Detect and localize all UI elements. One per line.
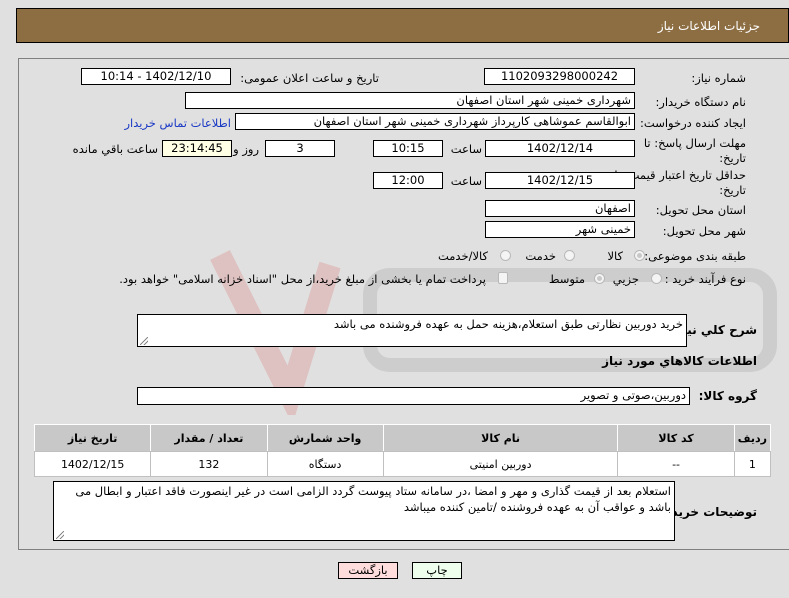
city-field[interactable]: خمینی شهر <box>485 221 635 238</box>
remaining-time-field[interactable]: 23:14:45 <box>162 140 232 157</box>
description-field[interactable]: خرید دوربین نظارتی طبق استعلام،هزینه حمل… <box>137 314 687 347</box>
back-button[interactable]: بازگشت <box>338 562 398 579</box>
process-label: نوع فرآیند خرید : <box>664 272 746 286</box>
province-field[interactable]: اصفهان <box>485 200 635 217</box>
remaining-days-field[interactable]: 3 <box>265 140 335 157</box>
buyer-notes-text: استعلام بعد از قیمت گذاری و مهر و امضا ،… <box>75 484 671 514</box>
cell-unit: دستگاه <box>266 451 384 477</box>
validity-date-field[interactable]: 1402/12/15 <box>485 172 635 189</box>
validity-time-field[interactable]: 12:00 <box>373 172 443 189</box>
col-row-header: ردیف <box>733 424 772 452</box>
category-goods-service-label: کالا/خدمت <box>437 249 488 263</box>
treasury-checkbox[interactable] <box>498 272 508 284</box>
deadline-label-2: تاریخ: <box>719 151 746 165</box>
announce-date-label: تاریخ و ساعت اعلان عمومی: <box>240 71 379 85</box>
col-unit-header: واحد شمارش <box>266 424 384 452</box>
category-service-radio[interactable] <box>564 250 575 261</box>
table-header-row: ردیف کد کالا نام کالا واحد شمارش تعداد /… <box>33 424 772 452</box>
col-code-header: کد کالا <box>617 424 735 452</box>
print-button[interactable]: چاپ <box>412 562 462 579</box>
days-label: روز و <box>233 142 259 156</box>
treasury-text: پرداخت تمام یا بخشی از مبلغ خرید،از محل … <box>119 272 486 286</box>
page-title: جزئیات اطلاعات نیاز <box>657 19 760 33</box>
deadline-time-field[interactable]: 10:15 <box>373 140 443 157</box>
goods-group-field[interactable]: دوربین،صوتی و تصویر <box>137 387 690 405</box>
resize-grip-icon[interactable] <box>56 531 64 539</box>
requester-label: ایجاد کننده درخواست: <box>640 116 746 130</box>
cell-code: -- <box>617 451 735 477</box>
buyer-contact-link[interactable]: اطلاعات تماس خریدار <box>124 116 231 130</box>
category-goods-label: کالا <box>607 249 623 263</box>
goods-group-label: گروه کالا: <box>698 389 757 403</box>
city-label: شهر محل تحویل: <box>662 224 746 238</box>
buyer-notes-field[interactable]: استعلام بعد از قیمت گذاری و مهر و امضا ،… <box>53 481 675 541</box>
col-date-header: تاریخ نیاز <box>33 424 152 452</box>
validity-label-2: تاریخ: <box>719 183 746 197</box>
col-name-header: نام کالا <box>382 424 619 452</box>
cell-row-number: 1 <box>733 451 772 477</box>
col-quantity-header: تعداد / مقدار <box>150 424 268 452</box>
cell-date: 1402/12/15 <box>33 451 152 477</box>
category-label: طبقه بندی موضوعی: <box>644 249 746 263</box>
province-label: استان محل تحویل: <box>655 203 746 217</box>
cell-quantity: 132 <box>150 451 268 477</box>
need-number-field[interactable]: 1102093298000242 <box>484 68 635 85</box>
need-number-label: شماره نیاز: <box>691 71 746 85</box>
remaining-label: ساعت باقي مانده <box>72 142 158 156</box>
announce-date-field[interactable]: 1402/12/10 - 10:14 <box>81 68 231 85</box>
goods-table: ردیف کد کالا نام کالا واحد شمارش تعداد /… <box>33 424 772 477</box>
process-minor-label: جزیي <box>612 272 639 286</box>
category-goods-radio[interactable] <box>634 250 645 261</box>
description-text: خرید دوربین نظارتی طبق استعلام،هزینه حمل… <box>333 317 683 331</box>
resize-grip-icon[interactable] <box>140 337 148 345</box>
page-header: جزئیات اطلاعات نیاز <box>16 8 789 43</box>
process-minor-radio[interactable] <box>651 273 662 284</box>
goods-section-title: اطلاعات کالاهاي مورد نیاز <box>602 354 757 368</box>
buyer-org-field[interactable]: شهرداری خمینی شهر استان اصفهان <box>185 92 635 109</box>
deadline-date-field[interactable]: 1402/12/14 <box>485 140 635 157</box>
validity-time-label: ساعت <box>450 174 482 188</box>
process-medium-radio[interactable] <box>594 273 605 284</box>
requester-field[interactable]: ابوالقاسم عموشاهی کارپرداز شهرداری خمینی… <box>235 113 635 130</box>
category-goods-service-radio[interactable] <box>500 250 511 261</box>
deadline-label: مهلت ارسال پاسخ: تا <box>643 136 746 150</box>
category-service-label: خدمت <box>525 249 556 263</box>
buyer-org-label: نام دستگاه خریدار: <box>655 95 746 109</box>
process-medium-label: متوسط <box>548 272 585 286</box>
cell-name: دوربین امنیتی <box>382 451 619 477</box>
table-row: 1 -- دوربین امنیتی دستگاه 132 1402/12/15 <box>33 451 772 477</box>
deadline-time-label: ساعت <box>450 142 482 156</box>
